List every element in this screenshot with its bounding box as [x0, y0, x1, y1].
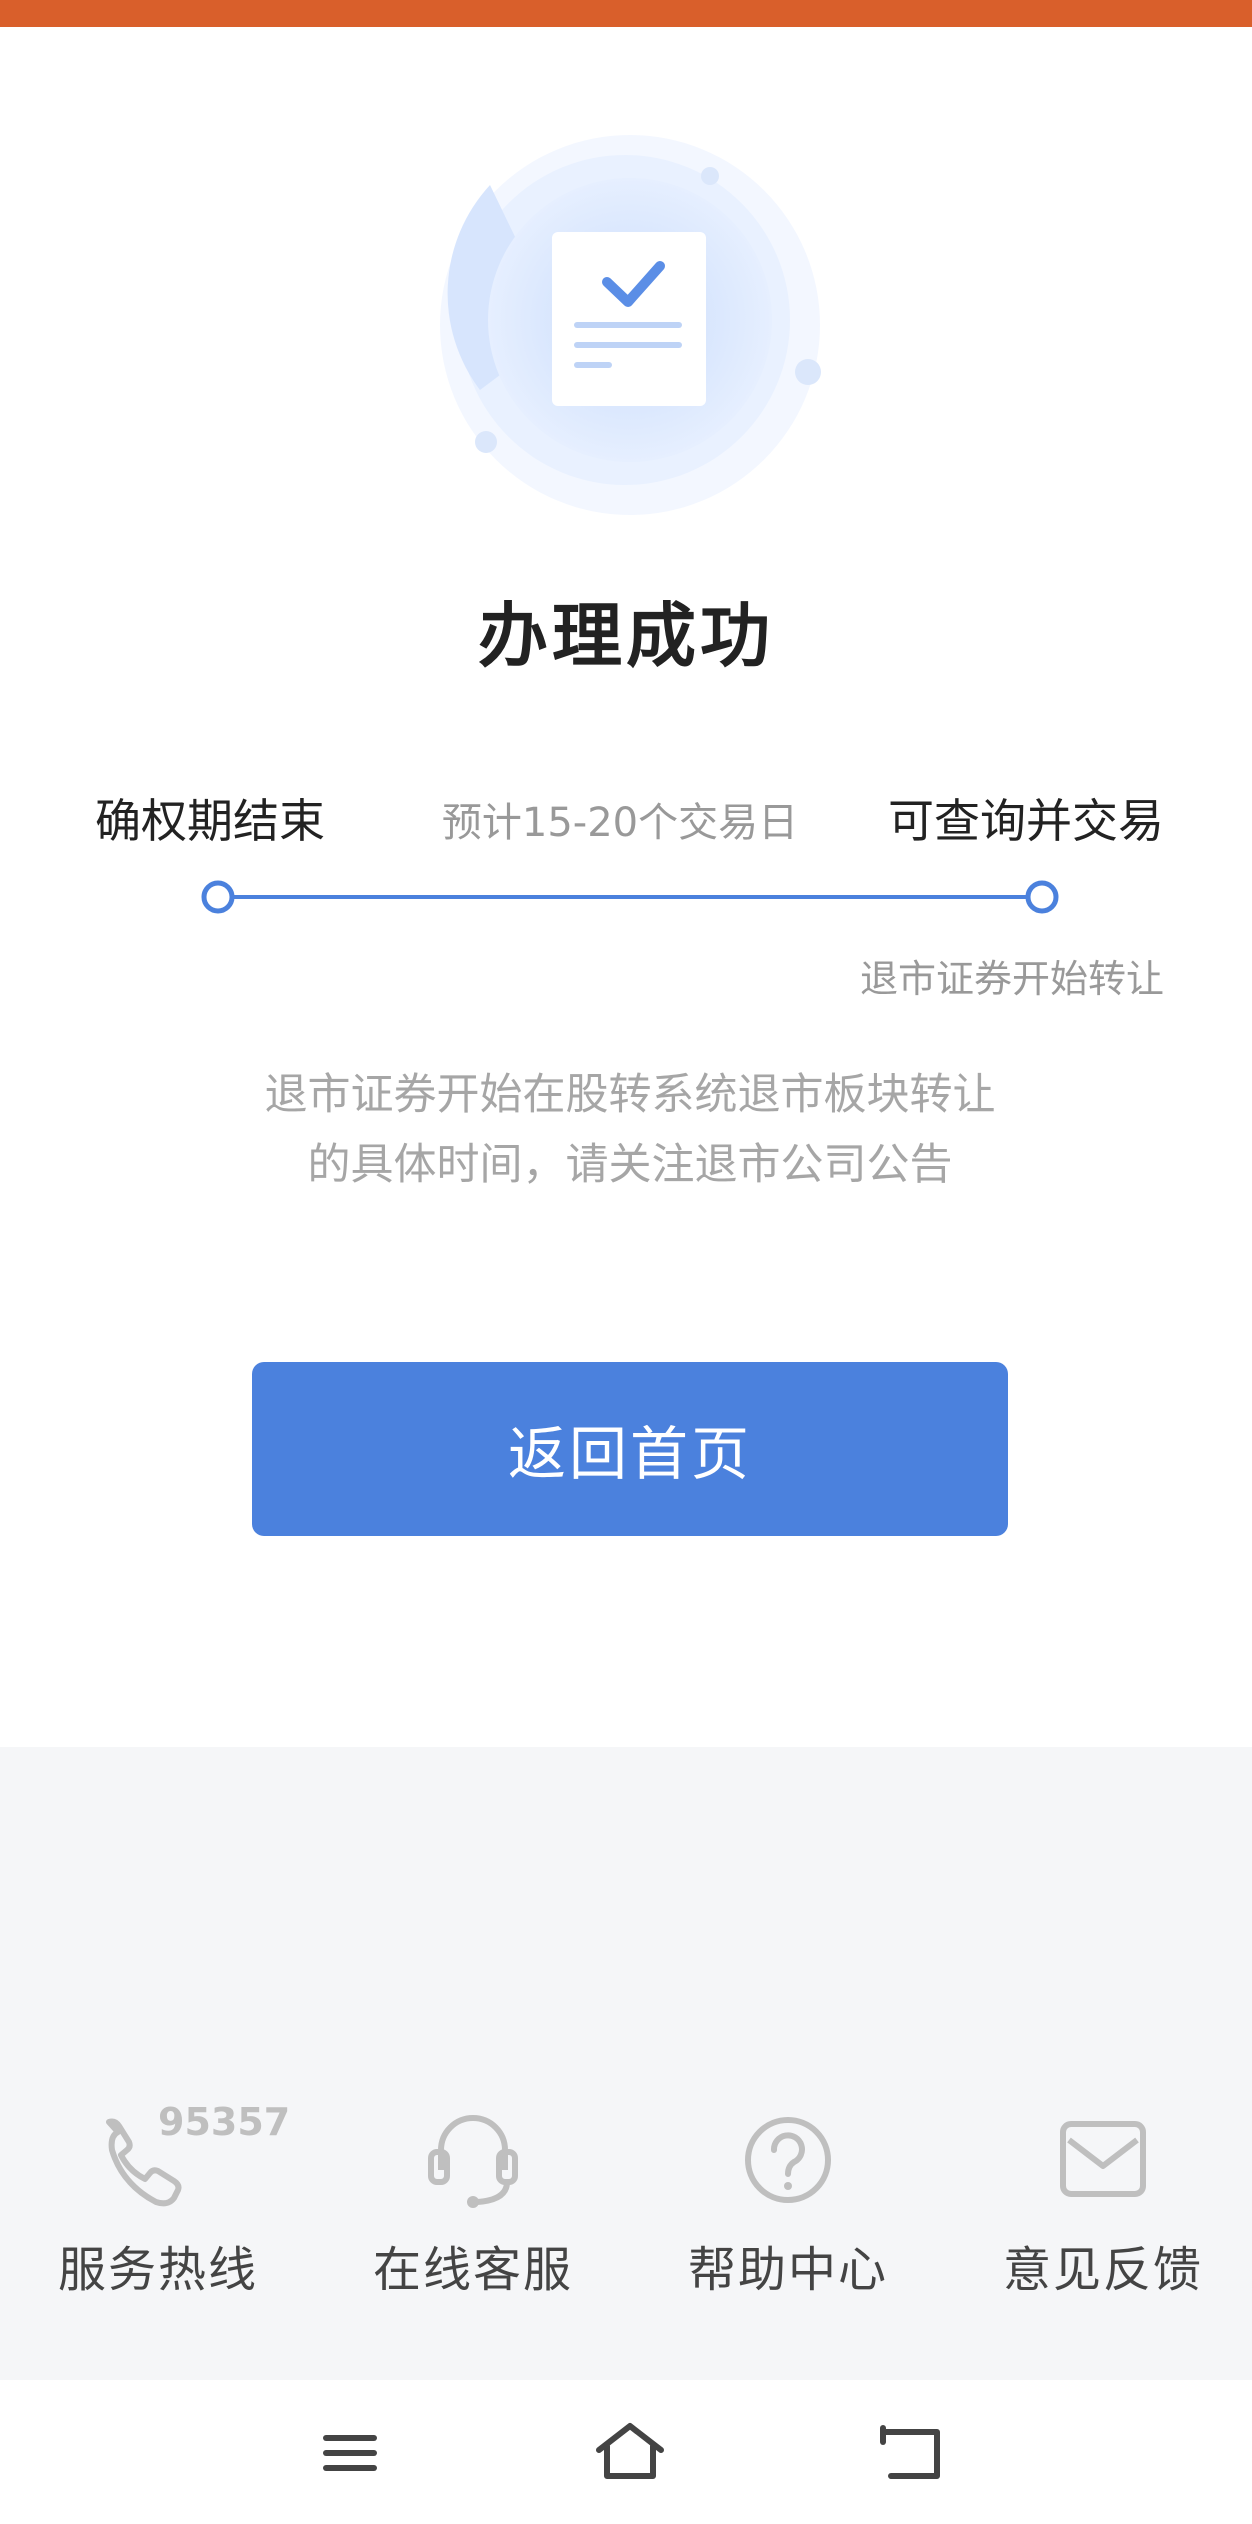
- online-service-button[interactable]: 在线客服: [353, 2100, 593, 2300]
- step-end-label: 可查询并交易: [888, 794, 1164, 848]
- back-to-home-button[interactable]: 返回首页: [252, 1362, 1008, 1536]
- home-icon[interactable]: [585, 2418, 675, 2488]
- result-description: 退市证券开始在股转系统退市板块转让的具体时间，请关注退市公司公告: [264, 1070, 996, 1190]
- service-hotline-label: 服务热线: [57, 2242, 258, 2298]
- step-end-sub-label: 退市证券开始转让: [859, 957, 1164, 1001]
- feedback-button[interactable]: 意见反馈: [983, 2100, 1223, 2300]
- step-duration-label: 预计15-20个交易日: [441, 800, 799, 846]
- success-document-illustration: [420, 130, 840, 530]
- help-center-label: 帮助中心: [687, 2242, 888, 2298]
- service-hotline-button[interactable]: 95357 服务热线: [38, 2100, 290, 2300]
- page-title: 办理成功: [478, 595, 774, 677]
- question-icon: [668, 2100, 908, 2210]
- system-navigation-bar: [0, 2380, 1252, 2524]
- menu-icon[interactable]: [305, 2418, 395, 2488]
- progress-timeline: [200, 875, 1060, 919]
- headset-icon: [353, 2100, 593, 2210]
- status-bar: [0, 0, 1252, 27]
- online-service-label: 在线客服: [372, 2242, 573, 2298]
- step-start-label: 确权期结束: [95, 794, 325, 848]
- feedback-label: 意见反馈: [1002, 2242, 1203, 2298]
- help-center-button[interactable]: 帮助中心: [668, 2100, 908, 2300]
- back-icon[interactable]: [865, 2418, 955, 2488]
- mail-icon: [983, 2100, 1223, 2210]
- phone-icon: 95357: [38, 2100, 290, 2210]
- hotline-number: 95357: [158, 2100, 291, 2144]
